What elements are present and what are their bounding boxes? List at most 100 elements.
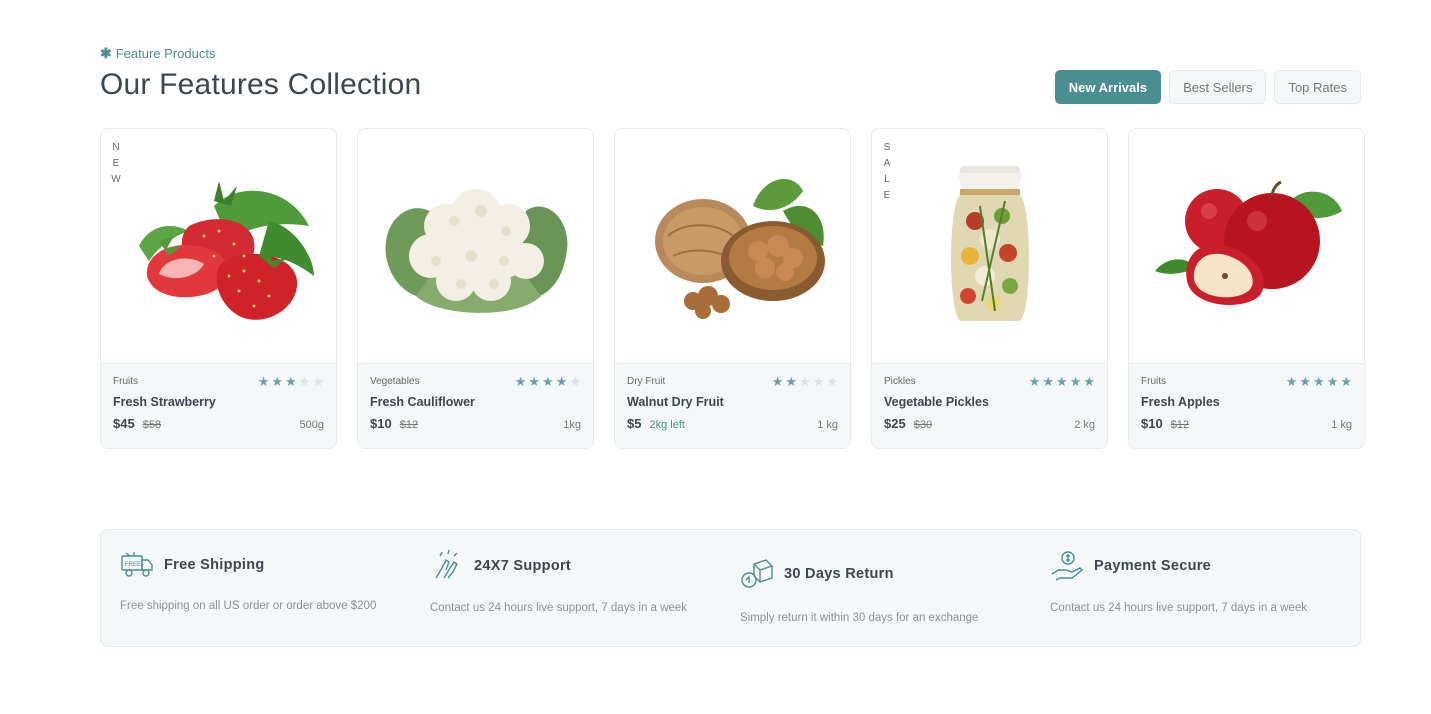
star-icon: ★	[771, 374, 784, 389]
product-image-area[interactable]	[615, 129, 850, 364]
product-price: $10	[370, 416, 392, 431]
tab-top-rates[interactable]: Top Rates	[1274, 70, 1361, 104]
star-icon: ★	[285, 374, 297, 389]
service-title: 30 Days Return	[784, 566, 894, 582]
star-icon: ★	[785, 374, 798, 389]
star-icon: ★	[799, 374, 811, 389]
service-returns: 30 Days Return Simply return it within 3…	[740, 558, 1030, 627]
section-kicker: ✱ Feature Products	[100, 45, 215, 62]
star-icon: ★	[569, 374, 581, 389]
star-icon: ★	[555, 374, 568, 389]
rating-stars: ★ ★ ★ ★ ★	[1029, 375, 1095, 388]
product-image-area[interactable]	[1129, 129, 1364, 364]
product-weight: 500g	[299, 419, 324, 431]
product-image-area[interactable]: NEW	[101, 129, 336, 364]
rating-stars: ★ ★ ★ ★ ★	[258, 375, 324, 388]
product-info: Pickles ★ ★ ★ ★ ★ Vegetable Pickles $25 …	[872, 364, 1107, 448]
product-grid: NEW Fruits ★ ★ ★ ★ ★ Fresh Strawberry $4…	[100, 128, 1365, 449]
services-strip: FREE Free Shipping Free shipping on all …	[100, 529, 1361, 647]
pickle-jar-image	[950, 166, 1029, 321]
product-name[interactable]: Walnut Dry Fruit	[627, 395, 838, 409]
product-price: $25	[884, 416, 906, 431]
product-old-price: $12	[1170, 419, 1190, 431]
product-image-area[interactable]	[358, 129, 593, 364]
star-icon: ★	[1042, 374, 1055, 389]
product-weight: 1 kg	[817, 419, 838, 431]
product-card[interactable]: Fruits ★ ★ ★ ★ ★ Fresh Apples $10 $12 1 …	[1128, 128, 1365, 449]
product-image-area[interactable]: SALE	[872, 129, 1107, 364]
product-category: Fruits	[113, 376, 138, 387]
product-name[interactable]: Fresh Strawberry	[113, 395, 324, 409]
product-weight: 2 kg	[1074, 419, 1095, 431]
strawberry-image	[138, 181, 314, 320]
service-description: Contact us 24 hours live support, 7 days…	[430, 602, 687, 614]
star-icon: ★	[1285, 374, 1298, 389]
star-icon: ★	[528, 374, 541, 389]
product-weight: 1 kg	[1331, 419, 1352, 431]
product-card[interactable]: SALE Pickles ★ ★ ★ ★ ★ Vegetable Pickles…	[871, 128, 1108, 449]
star-icon: ★	[271, 374, 284, 389]
service-title: Free Shipping	[164, 557, 265, 573]
service-free-shipping: FREE Free Shipping Free shipping on all …	[120, 550, 410, 615]
service-support: 24X7 Support Contact us 24 hours live su…	[430, 550, 720, 617]
service-description: Contact us 24 hours live support, 7 days…	[1050, 602, 1307, 614]
product-card[interactable]: Dry Fruit ★ ★ ★ ★ ★ Walnut Dry Fruit $5 …	[614, 128, 851, 449]
product-card[interactable]: Vegetables ★ ★ ★ ★ ★ Fresh Cauliflower $…	[357, 128, 594, 449]
star-icon: ★	[312, 374, 324, 389]
stock-left: 2kg left	[649, 419, 685, 431]
star-icon: ★	[542, 374, 554, 389]
star-icon: ★	[1028, 374, 1041, 389]
product-name[interactable]: Fresh Cauliflower	[370, 395, 581, 409]
service-description: Simply return it within 30 days for an e…	[740, 612, 979, 624]
product-name[interactable]: Vegetable Pickles	[884, 395, 1095, 409]
apple-image	[1154, 180, 1342, 305]
tab-best-sellers[interactable]: Best Sellers	[1169, 70, 1267, 104]
product-card[interactable]: NEW Fruits ★ ★ ★ ★ ★ Fresh Strawberry $4…	[100, 128, 337, 449]
return-box-icon	[740, 558, 774, 590]
asterisk-icon: ✱	[100, 45, 112, 61]
service-description: Free shipping on all US order or order a…	[120, 600, 377, 612]
tab-new-arrivals[interactable]: New Arrivals	[1054, 70, 1162, 104]
filter-tabs: New Arrivals Best Sellers Top Rates	[1054, 70, 1361, 104]
cauliflower-image	[385, 189, 567, 313]
star-icon: ★	[1326, 374, 1339, 389]
free-shipping-truck-icon: FREE	[120, 550, 154, 580]
product-weight: 1kg	[563, 419, 581, 431]
product-old-price: $12	[399, 419, 419, 431]
star-icon: ★	[1340, 374, 1352, 389]
product-info: Fruits ★ ★ ★ ★ ★ Fresh Apples $10 $12 1 …	[1129, 364, 1364, 448]
secure-payment-icon	[1050, 550, 1084, 582]
walnut-image	[654, 179, 825, 319]
svg-text:FREE: FREE	[125, 562, 141, 568]
product-category: Fruits	[1141, 376, 1166, 387]
product-category: Pickles	[884, 376, 916, 387]
service-title: Payment Secure	[1094, 558, 1212, 574]
kicker-label: Feature Products	[115, 46, 216, 61]
product-price: $45	[113, 416, 135, 431]
product-category: Vegetables	[370, 376, 420, 387]
star-icon: ★	[257, 374, 270, 389]
rating-stars: ★ ★ ★ ★ ★	[515, 375, 581, 388]
page-title: Our Features Collection	[100, 68, 422, 101]
new-badge: NEW	[111, 142, 121, 185]
product-price: $5	[627, 416, 642, 431]
product-old-price: $30	[913, 419, 933, 431]
product-price: $10	[1141, 416, 1163, 431]
product-info: Vegetables ★ ★ ★ ★ ★ Fresh Cauliflower $…	[358, 364, 593, 448]
star-icon: ★	[826, 374, 838, 389]
service-title: 24X7 Support	[474, 558, 572, 574]
sale-badge: SALE	[883, 142, 891, 201]
product-info: Fruits ★ ★ ★ ★ ★ Fresh Strawberry $45 $5…	[101, 364, 336, 448]
product-old-price: $58	[142, 419, 162, 431]
star-icon: ★	[298, 374, 311, 389]
star-icon: ★	[1056, 374, 1068, 389]
service-payment-secure: Payment Secure Contact us 24 hours live …	[1050, 550, 1340, 617]
star-icon: ★	[514, 374, 527, 389]
product-name[interactable]: Fresh Apples	[1141, 395, 1352, 409]
star-icon: ★	[1299, 374, 1312, 389]
support-hands-icon	[430, 550, 464, 582]
star-icon: ★	[1313, 374, 1325, 389]
product-info: Dry Fruit ★ ★ ★ ★ ★ Walnut Dry Fruit $5 …	[615, 364, 850, 448]
rating-stars: ★ ★ ★ ★ ★	[1286, 375, 1352, 388]
star-icon: ★	[812, 374, 825, 389]
